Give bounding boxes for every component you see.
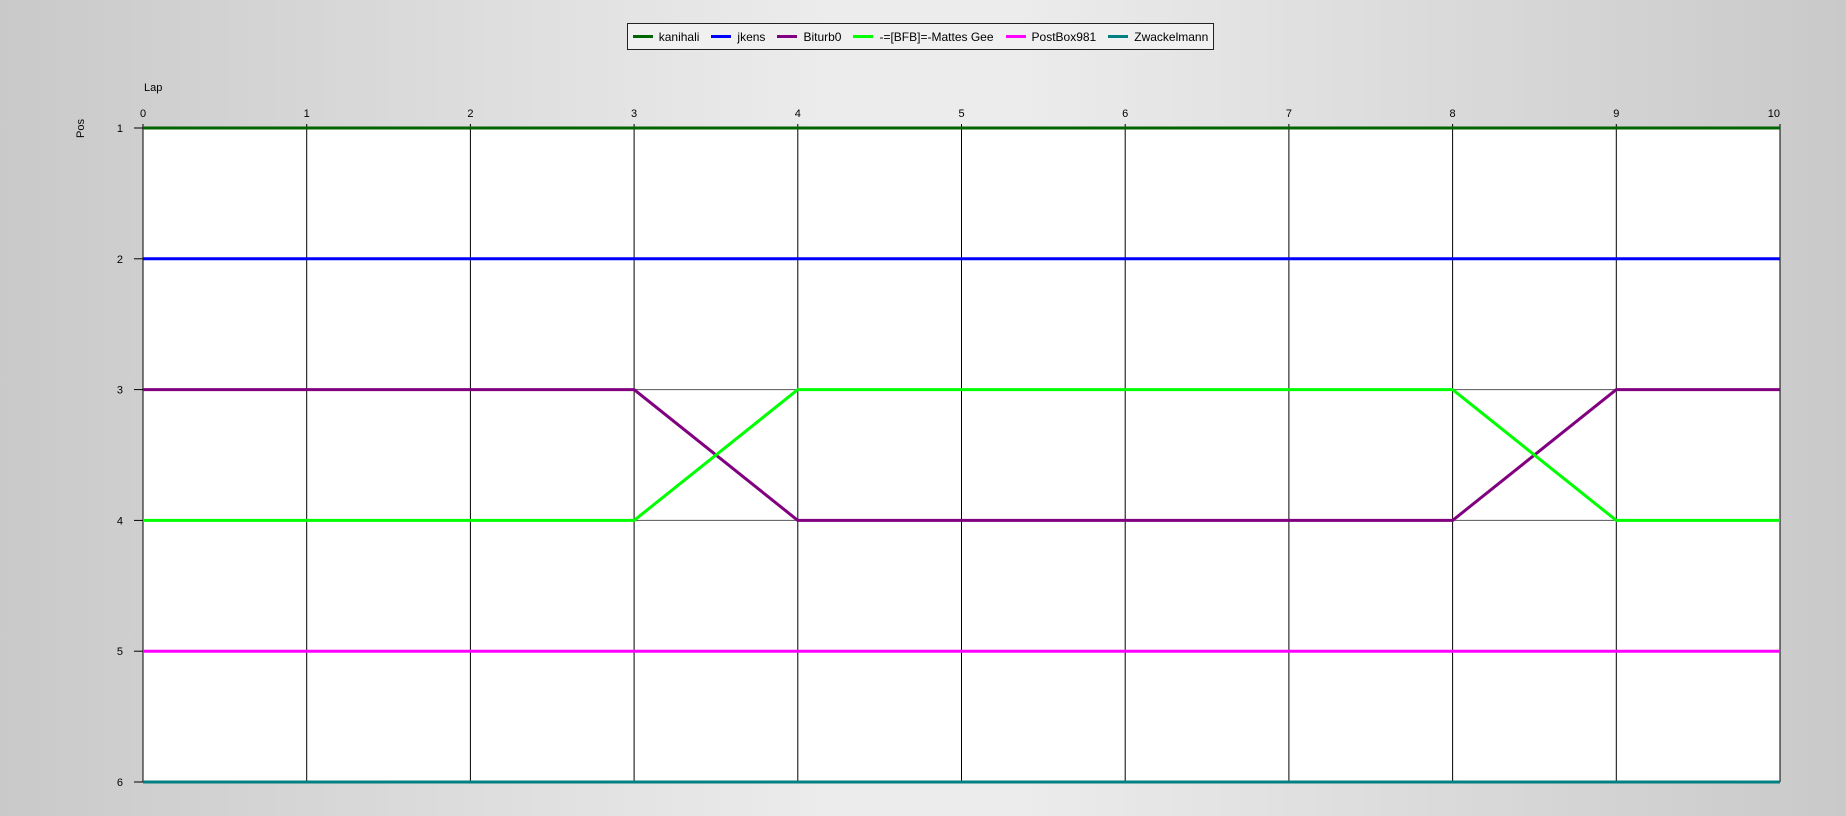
x-tick-label: 10 — [1768, 108, 1780, 120]
position-chart: 0 1 2 3 4 5 6 7 8 9 10 1 2 3 4 5 6 Lap Pos — [75, 82, 1781, 789]
y-tick-label: 1 — [117, 123, 123, 135]
x-tick-label: 8 — [1450, 108, 1456, 120]
x-tick-label: 9 — [1613, 108, 1619, 120]
y-axis-label: Pos — [75, 119, 87, 138]
x-tick-label: 2 — [467, 108, 473, 120]
x-axis-label: Lap — [144, 82, 162, 94]
x-tick-label: 5 — [958, 108, 964, 120]
x-tick-label: 0 — [140, 108, 146, 120]
x-tick-label: 4 — [795, 108, 801, 120]
y-tick-label: 6 — [117, 777, 123, 789]
x-tick-label: 6 — [1122, 108, 1128, 120]
x-tick-label: 3 — [631, 108, 637, 120]
y-tick-label: 5 — [117, 646, 123, 658]
y-tick-label: 3 — [117, 385, 123, 397]
y-tick-label: 4 — [117, 515, 123, 527]
y-tick-label: 2 — [117, 254, 123, 266]
x-tick-label: 7 — [1286, 108, 1292, 120]
x-tick-label: 1 — [304, 108, 310, 120]
